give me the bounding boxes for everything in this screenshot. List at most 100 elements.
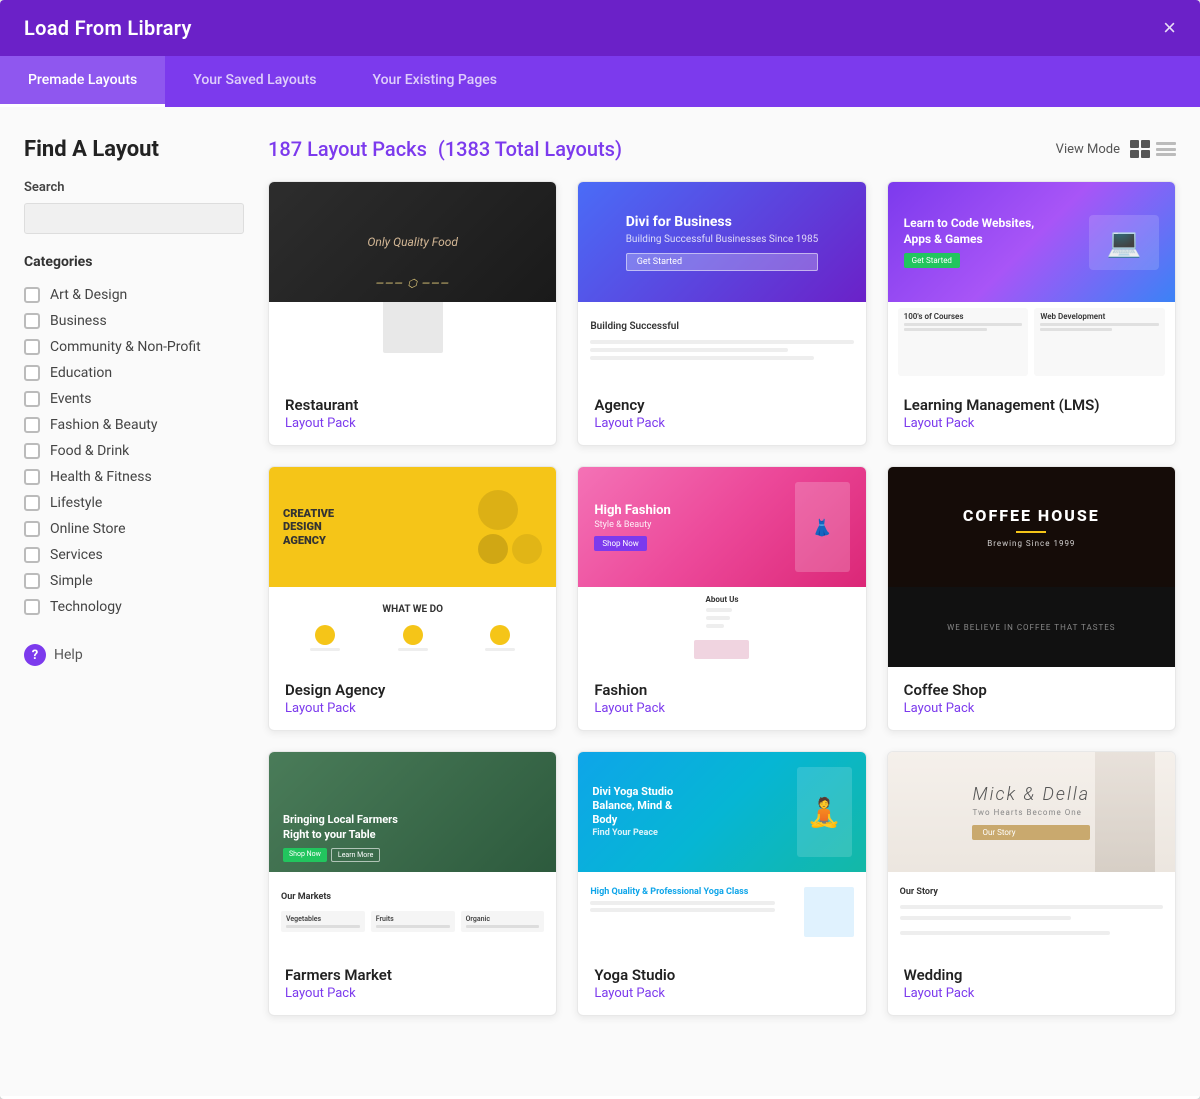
card-info: Coffee Shop Layout Pack — [888, 667, 1175, 730]
layout-card-design-agency[interactable]: CREATIVEDESIGNAGENCY WHAT WE DO — [268, 466, 557, 731]
category-item[interactable]: Art & Design — [24, 282, 244, 308]
tab-existing[interactable]: Your Existing Pages — [344, 56, 524, 107]
layout-count: 187 Layout Packs (1383 Total Layouts) — [268, 137, 622, 161]
card-type: Layout Pack — [285, 416, 540, 431]
search-input[interactable] — [24, 203, 244, 234]
card-image-agency: Divi for Business Building Successful Bu… — [578, 182, 865, 382]
card-name: Fashion — [594, 681, 849, 699]
card-type: Layout Pack — [904, 701, 1159, 716]
layout-grid: Only Quality Food ——— ⬡ ——— — [268, 181, 1176, 1016]
card-preview-bottom — [269, 302, 556, 382]
fashion-bottom-image — [694, 640, 749, 659]
card-info: Restaurant Layout Pack — [269, 382, 556, 445]
card-preview-top: Only Quality Food ——— ⬡ ——— — [269, 182, 556, 302]
card-type: Layout Pack — [594, 416, 849, 431]
card-info: Learning Management (LMS) Layout Pack — [888, 382, 1175, 445]
grid-view-icon[interactable] — [1130, 140, 1150, 158]
category-item[interactable]: Online Store — [24, 516, 244, 542]
layout-card-lms[interactable]: Learn to Code Websites,Apps & Games Get … — [887, 181, 1176, 446]
tab-premade[interactable]: Premade Layouts — [0, 56, 165, 107]
category-label-technology: Technology — [50, 599, 122, 615]
card-preview-top: High Fashion Style & Beauty Shop Now 👗 — [578, 467, 865, 587]
category-checkbox-events — [24, 391, 40, 407]
card-image-restaurant: Only Quality Food ——— ⬡ ——— — [269, 182, 556, 382]
card-preview-top: Divi Yoga Studio Balance, Mind &Body Fin… — [578, 752, 865, 872]
sidebar: Find A Layout Search Categories Art & De… — [24, 137, 244, 1072]
help-label: Help — [54, 647, 83, 663]
layout-card-coffee[interactable]: COFFEE HOUSE Brewing Since 1999 WE BELIE… — [887, 466, 1176, 731]
card-image-wedding: Mick & Della Two Hearts Become One Our S… — [888, 752, 1175, 952]
help-link[interactable]: ? Help — [24, 644, 244, 666]
category-label-lifestyle: Lifestyle — [50, 495, 102, 511]
card-preview-bottom: WHAT WE DO — [269, 587, 556, 667]
layout-card-farmers[interactable]: Bringing Local FarmersRight to your Tabl… — [268, 751, 557, 1016]
list-view-icon[interactable] — [1156, 140, 1176, 158]
category-checkbox-technology — [24, 599, 40, 615]
card-preview-bottom: 100's of Courses Web Development — [888, 302, 1175, 382]
category-checkbox-community — [24, 339, 40, 355]
category-label-food: Food & Drink — [50, 443, 129, 459]
help-icon: ? — [24, 644, 46, 666]
card-name: Restaurant — [285, 396, 540, 414]
card-info: Farmers Market Layout Pack — [269, 952, 556, 1015]
category-label-business: Business — [50, 313, 107, 329]
category-label-education: Education — [50, 365, 112, 381]
card-preview-top: Divi for Business Building Successful Bu… — [578, 182, 865, 302]
category-item[interactable]: Community & Non-Profit — [24, 334, 244, 360]
card-name: Wedding — [904, 966, 1159, 984]
category-item[interactable]: Health & Fitness — [24, 464, 244, 490]
card-name: Yoga Studio — [594, 966, 849, 984]
card-preview-top: Mick & Della Two Hearts Become One Our S… — [888, 752, 1175, 872]
layout-card-yoga[interactable]: Divi Yoga Studio Balance, Mind &Body Fin… — [577, 751, 866, 1016]
category-checkbox-simple — [24, 573, 40, 589]
card-info: Agency Layout Pack — [578, 382, 865, 445]
modal-title: Load From Library — [24, 16, 192, 40]
category-item[interactable]: Events — [24, 386, 244, 412]
card-preview-bottom: About Us — [578, 587, 865, 667]
card-info: Wedding Layout Pack — [888, 952, 1175, 1015]
card-preview-top: Learn to Code Websites,Apps & Games Get … — [888, 182, 1175, 302]
grid-cell — [1141, 150, 1150, 158]
card-image-lms: Learn to Code Websites,Apps & Games Get … — [888, 182, 1175, 382]
card-image-yoga: Divi Yoga Studio Balance, Mind &Body Fin… — [578, 752, 865, 952]
category-checkbox-services — [24, 547, 40, 563]
card-image-fashion: High Fashion Style & Beauty Shop Now 👗 A… — [578, 467, 865, 667]
card-preview-bottom: High Quality & Professional Yoga Class — [578, 872, 865, 952]
layout-card-fashion[interactable]: High Fashion Style & Beauty Shop Now 👗 A… — [577, 466, 866, 731]
card-preview-top: COFFEE HOUSE Brewing Since 1999 — [888, 467, 1175, 587]
category-item[interactable]: Lifestyle — [24, 490, 244, 516]
card-info: Fashion Layout Pack — [578, 667, 865, 730]
card-info: Design Agency Layout Pack — [269, 667, 556, 730]
category-checkbox-health — [24, 469, 40, 485]
layout-card-wedding[interactable]: Mick & Della Two Hearts Become One Our S… — [887, 751, 1176, 1016]
content-area: Find A Layout Search Categories Art & De… — [0, 107, 1200, 1096]
layout-card-agency[interactable]: Divi for Business Building Successful Bu… — [577, 181, 866, 446]
category-label-fashion: Fashion & Beauty — [50, 417, 158, 433]
category-item[interactable]: Simple — [24, 568, 244, 594]
category-checkbox-business — [24, 313, 40, 329]
modal-header: Load From Library × — [0, 0, 1200, 56]
category-checkbox-food — [24, 443, 40, 459]
grid-cell — [1130, 150, 1139, 158]
card-type: Layout Pack — [594, 701, 849, 716]
category-item[interactable]: Services — [24, 542, 244, 568]
card-type: Layout Pack — [285, 986, 540, 1001]
sidebar-title: Find A Layout — [24, 137, 244, 162]
category-item[interactable]: Fashion & Beauty — [24, 412, 244, 438]
category-label-simple: Simple — [50, 573, 93, 589]
tab-saved[interactable]: Your Saved Layouts — [165, 56, 344, 107]
grid-cell — [1130, 140, 1139, 148]
category-item[interactable]: Food & Drink — [24, 438, 244, 464]
close-button[interactable]: × — [1163, 17, 1176, 39]
card-preview-bottom: WE BELIEVE IN COFFEE THAT TASTES — [888, 587, 1175, 667]
category-item[interactable]: Business — [24, 308, 244, 334]
grid-cell — [1141, 140, 1150, 148]
category-item[interactable]: Technology — [24, 594, 244, 620]
category-item[interactable]: Education — [24, 360, 244, 386]
list-line — [1156, 153, 1176, 156]
category-checkbox-lifestyle — [24, 495, 40, 511]
layout-card-restaurant[interactable]: Only Quality Food ——— ⬡ ——— — [268, 181, 557, 446]
fashion-person-icon: 👗 — [795, 482, 850, 572]
lms-laptop-icon: 💻 — [1089, 215, 1159, 270]
card-preview-top: CREATIVEDESIGNAGENCY — [269, 467, 556, 587]
